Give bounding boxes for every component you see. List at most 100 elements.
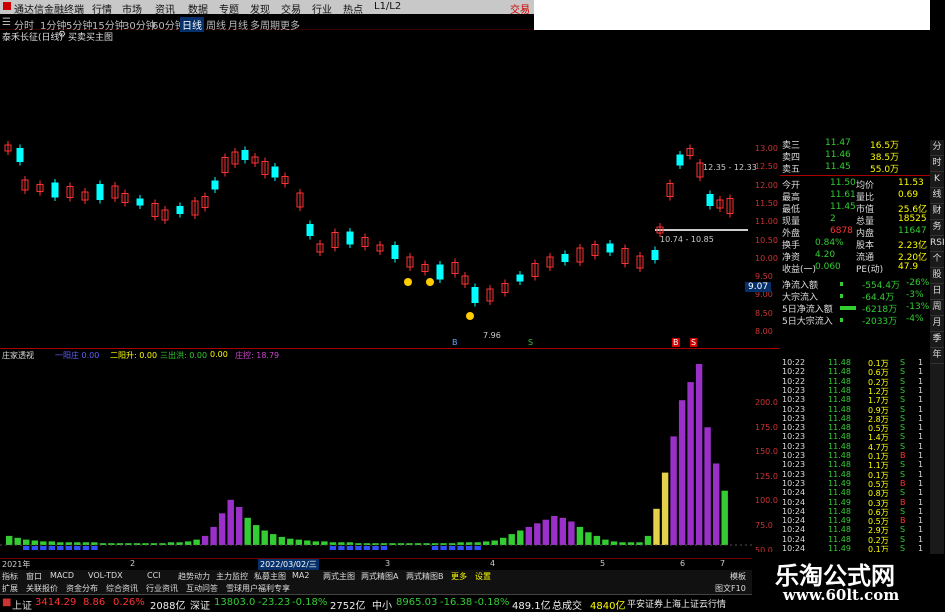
side-tab[interactable]: 分 — [930, 140, 944, 156]
extension-tab[interactable]: 资金分布 — [66, 583, 98, 594]
side-tab[interactable]: 季 — [930, 332, 944, 348]
side-tab[interactable]: 股 — [930, 268, 944, 284]
tick-direction: S — [900, 525, 906, 535]
tick-count: 1 — [918, 488, 924, 498]
side-tab[interactable]: 个 — [930, 252, 944, 268]
indicator-tab[interactable]: 指标 — [2, 571, 18, 582]
indicator-bar — [346, 542, 354, 545]
flow-pct: -26% — [906, 278, 930, 288]
high-label: 12.35 - 12.33 — [703, 163, 757, 172]
tick-count: 1 — [918, 506, 924, 516]
menu-discover[interactable]: 发现 — [250, 1, 270, 16]
indicator-tab[interactable]: 两式主图 — [323, 571, 355, 582]
ask-price: 11.45 — [825, 162, 851, 172]
app-title: 通达信金融终端 — [14, 5, 84, 16]
side-tab[interactable]: K — [930, 172, 944, 188]
indicator-tab[interactable]: 主力监控 — [216, 571, 248, 582]
buy-mark: B — [672, 338, 680, 347]
tick-count: 1 — [918, 469, 924, 479]
indicator-bar-blue — [448, 546, 456, 550]
kline-chart[interactable] — [0, 130, 752, 348]
menu-quotes[interactable]: 行情 — [92, 1, 112, 16]
side-tab[interactable]: 周 — [930, 300, 944, 316]
tick-direction: S — [900, 358, 906, 367]
ask-label: 卖五 — [782, 165, 801, 175]
tick-price: 11.48 — [828, 385, 851, 395]
side-tab[interactable]: RSI — [930, 236, 945, 252]
menu-topics[interactable]: 专题 — [219, 1, 239, 16]
indicator-tab[interactable]: 两式精图B — [406, 571, 444, 582]
side-tab[interactable]: 财 — [930, 204, 944, 220]
ask-volume: 55.0万 — [870, 165, 900, 175]
flow-label: 5日大宗流入 — [782, 317, 833, 327]
indicator-tab[interactable]: 窗口 — [26, 571, 42, 582]
quote-value: 11.61 — [830, 190, 856, 200]
indicator-label-row: 庄家透视 一阳庄 0.00 二阳升: 0.00 三出洪: 0.00 0.00 庄… — [0, 350, 752, 361]
tick-direction: B — [900, 451, 906, 460]
kline-axis-tick: 9.50 — [755, 272, 773, 282]
trade-button[interactable]: 交易 — [510, 1, 530, 16]
extension-tab[interactable]: 行业资讯 — [146, 583, 178, 594]
menu-trade[interactable]: 交易 — [281, 1, 301, 16]
indicator-tab[interactable]: CCI — [147, 571, 161, 580]
indicator-tab[interactable]: MACD — [50, 571, 74, 580]
menu-industry[interactable]: 行业 — [312, 1, 332, 16]
tick-direction: S — [900, 404, 906, 414]
menu-market[interactable]: 市场 — [122, 1, 142, 16]
indicator-bar — [448, 543, 456, 545]
menu-data[interactable]: 数据 — [188, 1, 208, 16]
indicator-bar — [244, 517, 251, 545]
indicator-tab[interactable]: 两式精图A — [361, 571, 398, 582]
side-tab[interactable]: 日 — [930, 284, 944, 300]
side-tab[interactable]: 务 — [930, 220, 944, 236]
flow-bar — [840, 306, 856, 310]
indicator-bar-blue — [380, 546, 388, 550]
extension-tab[interactable]: 关联报价 — [26, 583, 58, 594]
flow-pct: -13% — [906, 302, 930, 312]
extension-tab[interactable]: 互动问答 — [186, 583, 218, 594]
tick-direction: S — [900, 460, 906, 470]
flow-pct: -4% — [906, 314, 924, 324]
indicator-bar — [721, 490, 728, 545]
gear-icon[interactable]: ⚙ — [58, 30, 66, 40]
indicator-bar — [695, 364, 703, 545]
extension-tab[interactable]: 综合资讯 — [106, 583, 138, 594]
total-amount: 4840亿 — [590, 601, 626, 612]
side-tab[interactable]: 时 — [930, 156, 944, 172]
menu-hot[interactable]: 热点 — [343, 1, 363, 16]
tick-time: 10:23 — [782, 469, 806, 479]
indicator-tab[interactable]: 趋势动力 — [178, 571, 210, 582]
indicator-tab[interactable]: 更多 — [451, 571, 467, 582]
zx-pct: -0.18% — [474, 597, 510, 608]
date-axis: 2021年 2022/03/02/三 2 3 4 5 6 7 — [0, 558, 752, 570]
extension-tab[interactable]: 扩展 — [2, 583, 18, 594]
indicator-chart[interactable] — [0, 362, 752, 558]
indicator-tab[interactable]: VOL-TDX — [88, 571, 123, 580]
indicator-label-3: 三出洪: 0.00 — [160, 351, 208, 360]
tick-count: 1 — [918, 367, 924, 377]
kline-axis-tick: 11.00 — [755, 217, 778, 227]
extension-tab[interactable]: 雪球用户福利专享 — [226, 583, 290, 594]
indicator-tab[interactable]: 设置 — [475, 571, 491, 582]
indicator-bar — [551, 516, 558, 545]
side-tab[interactable]: 月 — [930, 316, 944, 332]
period-menu-icon[interactable]: ☰ — [2, 17, 11, 28]
side-tab[interactable]: 线 — [930, 188, 944, 204]
indicator-bar — [14, 537, 21, 545]
tick-direction: S — [900, 376, 906, 386]
quote-value: 0.69 — [898, 190, 919, 200]
indicator-tab[interactable]: MA2 — [292, 571, 309, 580]
zx-name: 中小 — [372, 601, 392, 612]
menu-l1l2[interactable]: L1/L2 — [374, 1, 401, 12]
template-tab[interactable]: 模板 — [730, 571, 746, 582]
indicator-tab[interactable]: 私募主图 — [254, 571, 286, 582]
side-tab[interactable]: 年 — [930, 348, 944, 364]
menu-news[interactable]: 资讯 — [155, 1, 175, 16]
side-toolbar: 分时 K 线财务 RSI 个股日周月季年 — [930, 140, 945, 554]
indicator-bar-blue — [82, 546, 90, 550]
indicator-bar-blue — [65, 546, 72, 550]
candle — [391, 245, 399, 259]
indicator-bar — [704, 427, 711, 545]
indicator-bar-blue — [440, 546, 447, 550]
date-tick: 3 — [385, 559, 391, 568]
